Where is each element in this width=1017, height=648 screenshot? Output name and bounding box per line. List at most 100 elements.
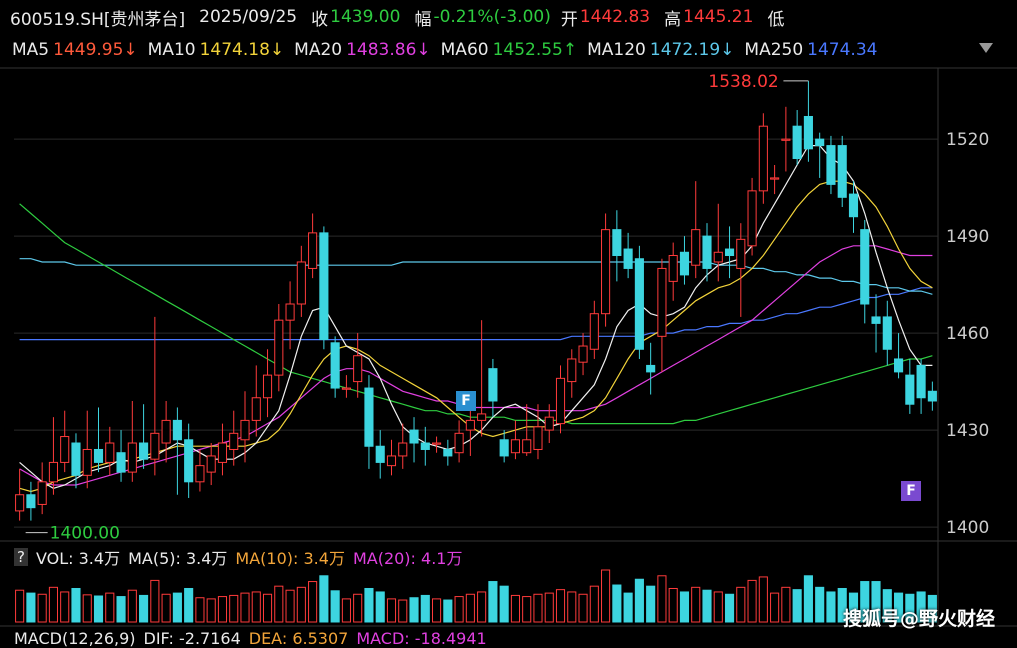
candle-body [736, 238, 746, 269]
macd-dea: DEA: 6.5307 [248, 628, 349, 648]
watermark: 搜狐号@野火财经 [842, 608, 995, 630]
volume-bar [172, 592, 182, 623]
ma120-label: MA120 [587, 40, 646, 60]
flag-marker[interactable]: F [901, 481, 921, 501]
ma120-value: 1472.19↓ [649, 40, 735, 60]
volume-bar [510, 594, 520, 623]
macd-legend-bar: MACD(12,26,9) DIF: -2.7164 DEA: 6.5307 M… [14, 628, 495, 648]
vol-ma10: MA(10): 3.4万 [235, 549, 345, 568]
open-value: 1442.83 [579, 7, 651, 27]
candle-body [826, 145, 836, 185]
y-tick-label: 1400 [946, 518, 989, 538]
candle-body [26, 494, 36, 509]
candle-body [724, 248, 735, 257]
ma60-value: 1452.55↑ [492, 40, 578, 60]
volume-bar [240, 592, 250, 623]
candle-body [161, 419, 171, 444]
volume-bar [443, 599, 453, 623]
candle-body [251, 397, 261, 421]
volume-bar [26, 592, 36, 623]
symbol[interactable]: 600519.SH[贵州茅台] [10, 5, 185, 30]
volume-bar [668, 587, 678, 623]
ma10-value: 1474.18↓ [199, 40, 285, 60]
candle-body [353, 355, 363, 383]
candle-body [82, 448, 92, 476]
volume-bar [477, 591, 487, 623]
volume-bar [634, 578, 644, 623]
y-tick-label: 1520 [946, 130, 989, 150]
candle-body [510, 439, 520, 454]
volume-bar [815, 586, 825, 623]
candle-body [465, 419, 475, 431]
candle-body [330, 342, 340, 389]
volume-bar [15, 589, 25, 623]
volume-bar [93, 595, 104, 623]
volume-bar [646, 585, 656, 623]
candle-body [150, 432, 160, 460]
candle-body [522, 439, 532, 454]
candle-body [116, 452, 126, 473]
candle-body [567, 358, 577, 383]
volume-bar [251, 591, 261, 623]
volume-bar [781, 586, 791, 623]
ma5-value: 1449.95↓ [53, 40, 138, 60]
candle-body [905, 374, 915, 405]
candle-body [815, 138, 825, 147]
volume-bar [71, 587, 81, 623]
candle-body [533, 426, 543, 450]
volume-bar [691, 586, 701, 623]
volume-bar [612, 584, 622, 623]
ma20-value: 1483.86↓ [346, 40, 431, 60]
volume-bar [184, 587, 194, 623]
candle-body [341, 387, 351, 390]
chevron-down-icon[interactable] [978, 40, 994, 56]
date: 2025/09/25 [199, 7, 298, 27]
candle-body [71, 442, 81, 476]
volume-bar [353, 593, 363, 623]
high-label: 高 [664, 9, 682, 30]
candle-body [127, 442, 137, 473]
volume-bar [229, 594, 239, 623]
candle-body [60, 436, 70, 463]
candle-body [308, 232, 318, 269]
candle-body [206, 455, 216, 473]
volume-bar [420, 594, 430, 623]
candle-body [601, 229, 611, 315]
candle-body [612, 229, 622, 257]
macd-dif: DIF: -2.7164 [143, 628, 241, 648]
change-value: -0.21%(-3.00) [433, 7, 551, 27]
candle-body [623, 248, 633, 269]
candle-body [770, 177, 780, 180]
candle-body [172, 419, 182, 441]
change-label: 幅 [414, 9, 432, 30]
volume-bar [623, 592, 633, 623]
candle-body [443, 448, 453, 457]
volume-bar [330, 590, 340, 623]
volume-bar [454, 596, 464, 623]
volume-bar [409, 597, 419, 623]
volume-bar [657, 575, 667, 623]
volume-bar [713, 591, 723, 623]
ma250-label: MA250 [744, 40, 804, 60]
candle-body [860, 229, 870, 305]
ma250-value: 1474.34 [807, 40, 878, 60]
candle-body [229, 432, 239, 450]
volume-bar [319, 575, 329, 623]
y-tick-label: 1490 [946, 227, 989, 247]
candle-body [93, 448, 104, 463]
volume-bar [465, 593, 475, 623]
help-icon[interactable]: ? [14, 548, 28, 566]
candle-body [296, 261, 306, 305]
candle-body [713, 251, 723, 263]
candle-body [555, 377, 566, 425]
y-tick-label: 1460 [946, 324, 989, 344]
candle-body [578, 345, 588, 363]
flag-marker[interactable]: F [456, 391, 476, 411]
volume-bar [296, 586, 306, 623]
volume-bar [285, 589, 295, 623]
candle-body [871, 316, 881, 324]
quote-bar: 600519.SH[贵州茅台] 2025/09/25 收 1439.00 幅 -… [10, 4, 790, 30]
candle-body [477, 413, 487, 421]
candle-body [792, 125, 802, 160]
volume-bar [499, 585, 509, 623]
